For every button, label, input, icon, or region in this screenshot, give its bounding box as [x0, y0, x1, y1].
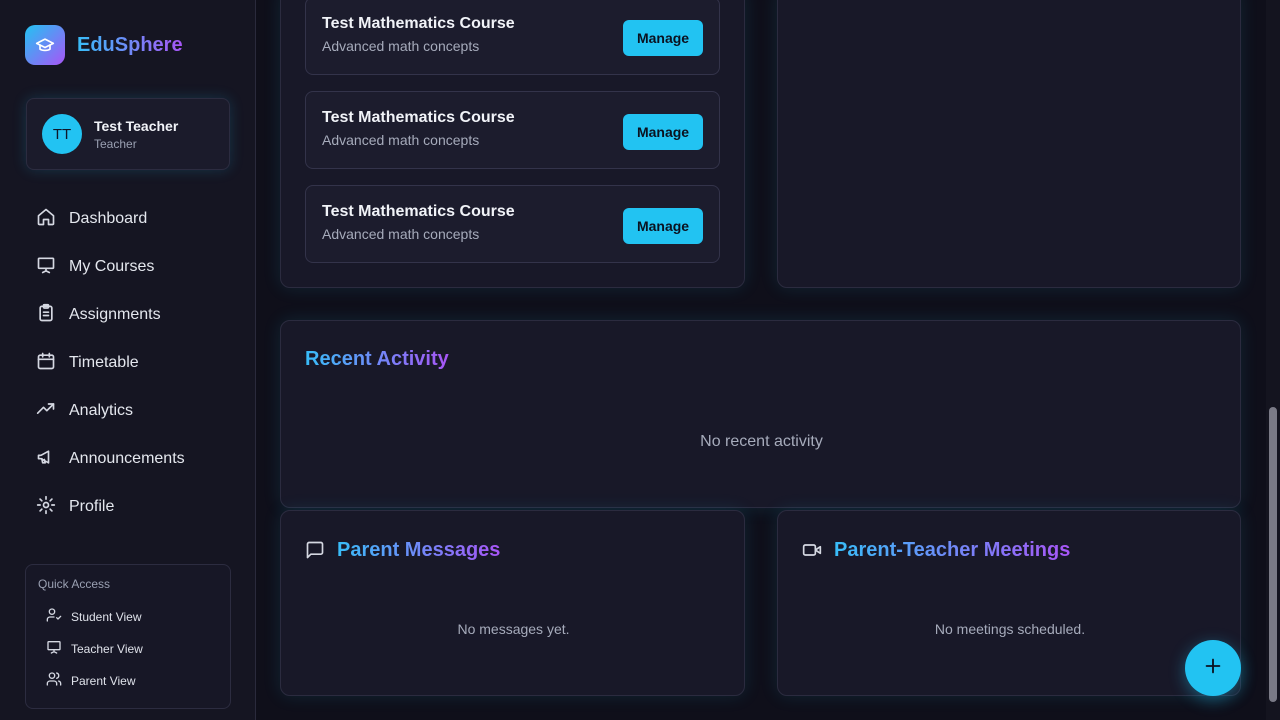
quick-access-panel: Quick Access Student View Teacher View P…	[25, 564, 231, 709]
recent-activity-empty: No recent activity	[700, 433, 823, 450]
scrollbar[interactable]	[1266, 0, 1280, 720]
nav-item-dashboard[interactable]: Dashboard	[26, 195, 230, 243]
manage-button[interactable]: Manage	[623, 20, 703, 56]
parent-messages-card: Parent Messages No messages yet.	[280, 510, 745, 696]
nav-item-label: Timetable	[69, 354, 139, 371]
nav-item-label: My Courses	[69, 258, 155, 275]
graduation-cap-icon	[25, 25, 65, 65]
nav-item-assignments[interactable]: Assignments	[26, 291, 230, 339]
message-square-icon	[305, 540, 325, 565]
nav-item-announcements[interactable]: Announcements	[26, 435, 230, 483]
home-icon	[36, 207, 56, 232]
scrollbar-thumb[interactable]	[1269, 407, 1277, 702]
course-item: Test Mathematics Course Advanced math co…	[305, 0, 720, 75]
user-role: Teacher	[94, 136, 137, 151]
sidebar: EduSphere TT Test Teacher Teacher Dashbo…	[0, 0, 256, 720]
megaphone-icon	[36, 447, 56, 472]
trending-up-icon	[36, 399, 56, 424]
meetings-card: Parent-Teacher Meetings No meetings sche…	[777, 510, 1241, 696]
nav-item-timetable[interactable]: Timetable	[26, 339, 230, 387]
manage-button[interactable]: Manage	[623, 114, 703, 150]
meetings-title: Parent-Teacher Meetings	[834, 539, 1071, 561]
presentation-icon	[46, 639, 62, 660]
quick-access-teacher-view[interactable]: Teacher View	[46, 633, 143, 665]
course-item: Test Mathematics Course Advanced math co…	[305, 91, 720, 169]
course-item: Test Mathematics Course Advanced math co…	[305, 185, 720, 263]
course-subtitle: Advanced math concepts	[322, 132, 480, 148]
recent-activity-card: Recent Activity No recent activity	[280, 320, 1241, 508]
user-check-icon	[46, 607, 62, 628]
brand[interactable]: EduSphere	[25, 25, 183, 65]
nav-item-my-courses[interactable]: My Courses	[26, 243, 230, 291]
calendar-icon	[36, 351, 56, 376]
nav-item-analytics[interactable]: Analytics	[26, 387, 230, 435]
user-name: Test Teacher	[94, 117, 179, 134]
plus-icon	[1202, 655, 1224, 682]
quick-access-label: Parent View	[71, 674, 136, 688]
parent-messages-empty: No messages yet.	[457, 621, 570, 637]
course-subtitle: Advanced math concepts	[322, 38, 480, 54]
nav-item-label: Profile	[69, 498, 115, 515]
course-title: Test Mathematics Course	[322, 15, 515, 32]
quick-access-label: Student View	[71, 610, 142, 624]
quick-access-title: Quick Access	[38, 577, 111, 591]
nav-item-profile[interactable]: Profile	[26, 483, 230, 531]
settings-icon	[36, 495, 56, 520]
avatar: TT	[42, 114, 82, 154]
nav-item-label: Analytics	[69, 402, 134, 419]
course-subtitle: Advanced math concepts	[322, 226, 480, 242]
parent-messages-title: Parent Messages	[337, 539, 501, 561]
main-nav: Dashboard My Courses Assignments Timetab…	[26, 195, 230, 531]
quick-access-label: Teacher View	[71, 642, 143, 656]
empty-panel-card	[777, 0, 1241, 288]
course-title: Test Mathematics Course	[322, 203, 515, 220]
clipboard-icon	[36, 303, 56, 328]
video-icon	[802, 540, 822, 565]
course-title: Test Mathematics Course	[322, 109, 515, 126]
meetings-empty: No meetings scheduled.	[934, 621, 1086, 637]
quick-access-parent-view[interactable]: Parent View	[46, 665, 143, 697]
users-icon	[46, 671, 62, 692]
presentation-icon	[36, 255, 56, 280]
nav-item-label: Announcements	[69, 450, 185, 467]
user-profile-card[interactable]: TT Test Teacher Teacher	[26, 98, 230, 170]
brand-name: EduSphere	[77, 33, 183, 56]
recent-activity-title: Recent Activity	[305, 348, 449, 370]
quick-access-student-view[interactable]: Student View	[46, 601, 143, 633]
nav-item-label: Dashboard	[69, 210, 148, 227]
nav-item-label: Assignments	[69, 306, 161, 323]
add-button[interactable]	[1185, 640, 1241, 696]
manage-button[interactable]: Manage	[623, 208, 703, 244]
